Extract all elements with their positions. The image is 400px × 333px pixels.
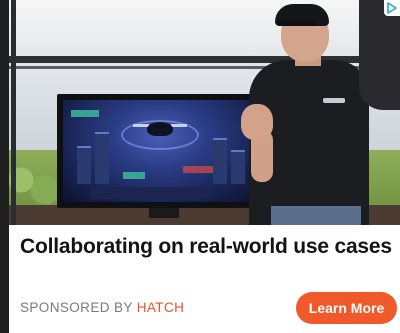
- screen-building: [95, 132, 109, 184]
- screen-building: [77, 146, 91, 184]
- presenter-jeans: [271, 206, 361, 225]
- adchoices-icon[interactable]: [384, 0, 400, 16]
- screen-ui-panel: [71, 110, 99, 117]
- sponsored-by-line: SPONSORED BY HATCH: [20, 299, 184, 317]
- presenter-cap-brim: [277, 20, 317, 26]
- screen-caption-bar: [91, 187, 211, 199]
- sponsor-name[interactable]: HATCH: [137, 300, 185, 315]
- learn-more-button[interactable]: Learn More: [296, 292, 397, 324]
- screen-building: [231, 150, 245, 184]
- monitor: [57, 94, 263, 208]
- ad-photo[interactable]: [9, 0, 400, 225]
- sponsored-ad-card[interactable]: Collaborating on real-world use cases SP…: [0, 0, 400, 333]
- tent-canopy: [9, 0, 400, 60]
- screen-ui-panel: [123, 172, 145, 179]
- drone-arm: [171, 124, 187, 127]
- drone-icon: [147, 122, 173, 136]
- monitor-screen: [63, 100, 257, 202]
- shirt-logo: [323, 98, 345, 103]
- screen-ui-panel: [183, 166, 213, 173]
- sponsored-by-label: SPONSORED BY: [20, 300, 133, 315]
- adchoices-icon-glyph: [387, 2, 397, 14]
- ad-headline[interactable]: Collaborating on real-world use cases: [20, 233, 392, 261]
- bystander: [359, 0, 400, 110]
- left-edge-strip: [0, 0, 9, 333]
- monitor-stand: [149, 208, 179, 218]
- screen-building: [213, 138, 227, 184]
- presenter-hand: [241, 104, 273, 140]
- tent-pole-left: [11, 0, 16, 225]
